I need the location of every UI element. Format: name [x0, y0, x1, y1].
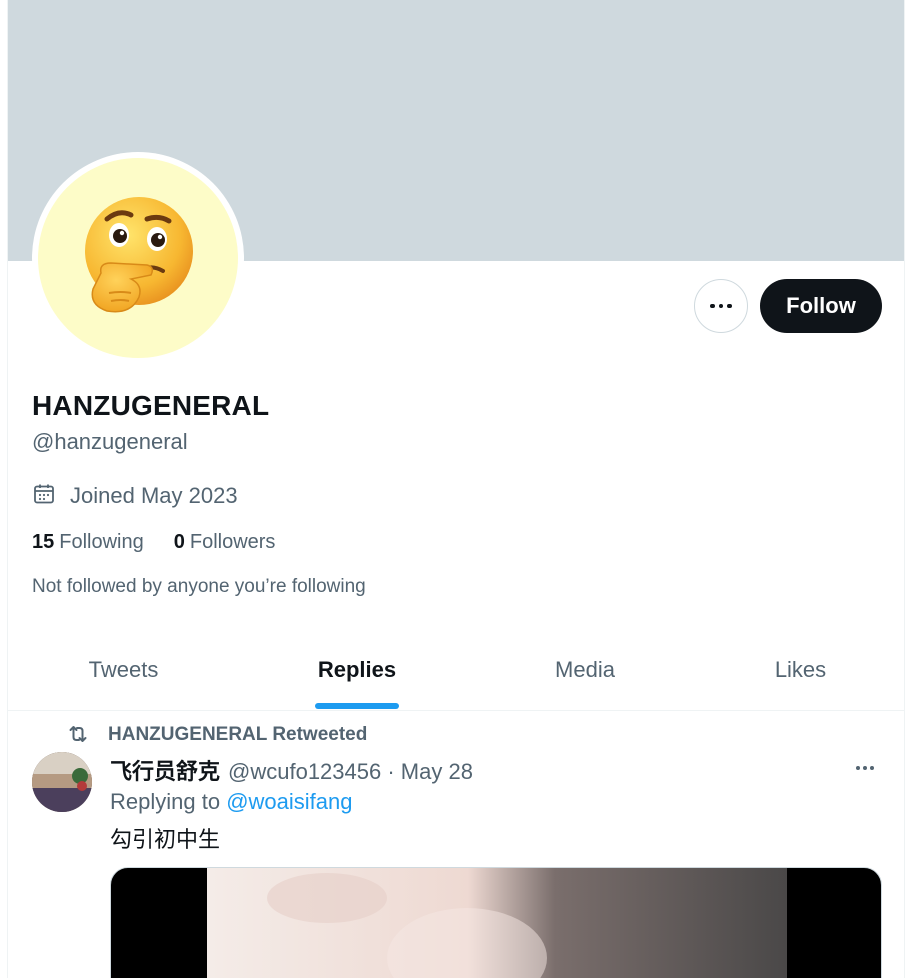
follow-button[interactable]: Follow	[760, 279, 882, 333]
followers-link[interactable]: 0 Followers	[174, 531, 276, 554]
replying-to: Replying to @woaisifang	[110, 789, 353, 815]
replying-prefix: Replying to	[110, 789, 221, 814]
profile-handle: @hanzugeneral	[32, 429, 188, 454]
ellipsis-dot	[870, 766, 874, 770]
ellipsis-dot	[718, 303, 724, 309]
retweet-icon	[66, 722, 92, 748]
tab-media[interactable]: Media	[475, 630, 695, 710]
following-label: Following	[59, 531, 144, 553]
ellipsis-icon	[856, 766, 860, 770]
tweet-media[interactable]	[110, 867, 882, 978]
tweet-header: 飞行员舒克 @wcufo123456 · May 28	[110, 754, 473, 786]
ellipsis-icon	[710, 303, 715, 309]
profile-tabs: Tweets Replies Media Likes	[8, 630, 904, 711]
tweet-more-button[interactable]	[856, 766, 874, 770]
ellipsis-dot	[727, 303, 732, 309]
tweet-author-name[interactable]: 飞行员舒克	[110, 754, 220, 786]
following-count: 15	[32, 531, 55, 553]
followers-count: 0	[173, 531, 185, 553]
thinking-face-icon	[38, 158, 238, 358]
more-options-button[interactable]	[694, 279, 748, 333]
tweet-author-avatar[interactable]	[32, 752, 92, 812]
not-followed-notice: Not followed by anyone you’re following	[32, 576, 366, 597]
tab-likes[interactable]: Likes	[695, 630, 904, 710]
tweet-author-meta[interactable]: @wcufo123456 · May 28	[228, 759, 473, 785]
tweet-text: 勾引初中生	[110, 827, 221, 852]
active-tab-indicator	[315, 703, 399, 709]
followers-label: Followers	[189, 531, 276, 553]
tab-tweets[interactable]: Tweets	[8, 630, 239, 710]
retweet-context: HANZUGENERAL Retweeted	[66, 722, 367, 748]
follow-counts: 15 Following 0 Followers	[32, 531, 275, 554]
following-link[interactable]: 15 Following	[32, 531, 144, 554]
profile-display-name: HANZUGENERAL	[32, 390, 270, 421]
calendar-icon	[32, 482, 60, 510]
joined-date: Joined May 2023	[32, 482, 238, 510]
retweet-label[interactable]: HANZUGENERAL Retweeted	[108, 724, 367, 746]
tweet-media-image	[207, 868, 787, 978]
tab-replies[interactable]: Replies	[239, 630, 475, 710]
joined-text: Joined May 2023	[70, 483, 238, 508]
ellipsis-dot	[863, 766, 867, 770]
profile-page: Follow HANZUGENERAL @hanzugeneral Joined…	[7, 0, 905, 978]
replying-mention-link[interactable]: @woaisifang	[226, 789, 352, 814]
profile-avatar[interactable]	[32, 152, 244, 364]
